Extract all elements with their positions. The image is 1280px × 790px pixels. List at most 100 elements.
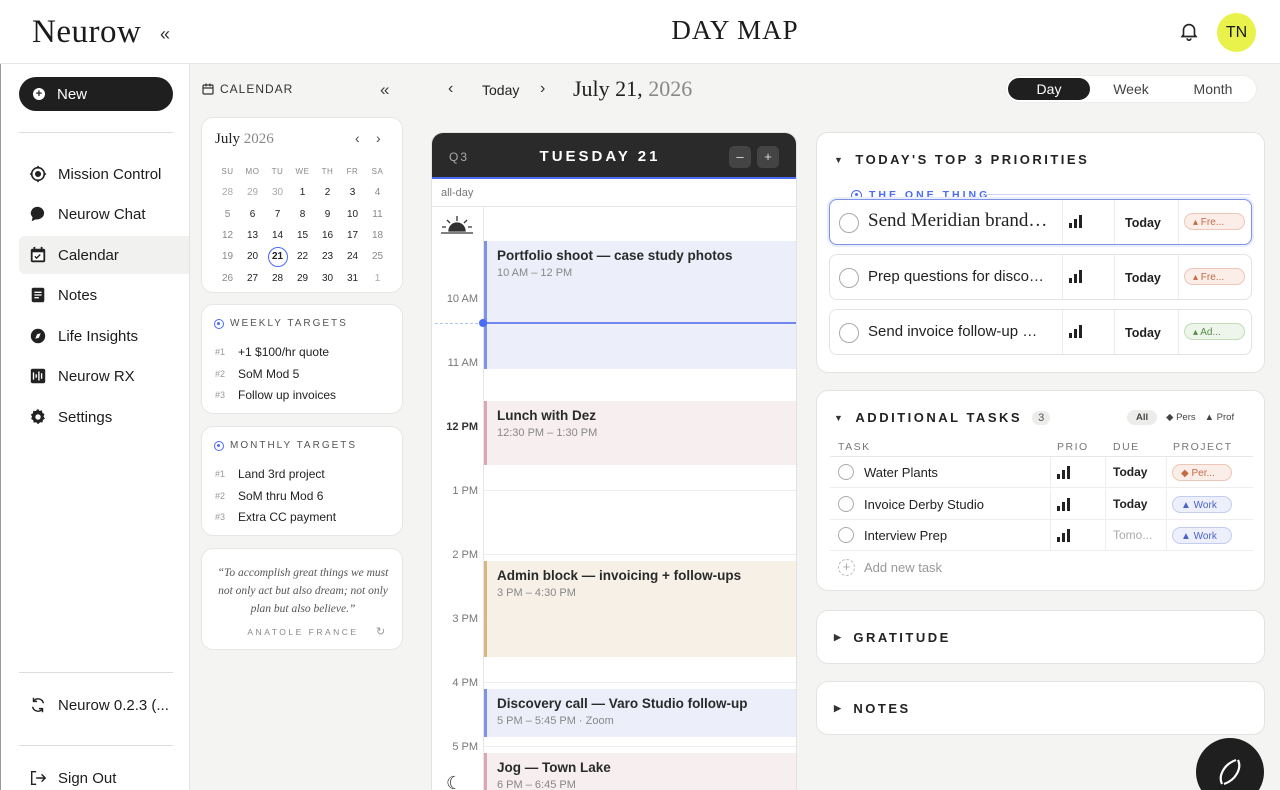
project-tag[interactable]: ▲ Work [1172, 527, 1232, 544]
one-thing-task[interactable]: Send Meridian brand guide Today ▴ Fre... [829, 199, 1252, 245]
sign-out-button[interactable]: Sign Out [19, 759, 189, 790]
zoom-in-button[interactable]: + [757, 146, 779, 168]
gratitude-heading[interactable]: ▶ GRATITUDE [834, 630, 951, 645]
priority-task[interactable]: Prep questions for discovery call Today ▴ … [829, 254, 1252, 300]
chevron-left-icon[interactable]: ‹ [355, 130, 360, 146]
calendar-day[interactable]: 29 [240, 187, 265, 198]
table-row[interactable]: Interview Prep Tomo... ▲ Work [830, 520, 1253, 551]
calendar-day[interactable]: 9 [315, 209, 340, 220]
project-tag[interactable]: ▲ Work [1172, 495, 1232, 513]
project-tag[interactable]: ◆ Per... [1172, 464, 1232, 481]
task-checkbox[interactable] [838, 495, 854, 512]
project-tag[interactable]: ▴ Ad... [1184, 323, 1245, 340]
table-row[interactable]: Water Plants Today ◆ Per... [830, 457, 1253, 488]
chevron-left-icon[interactable]: ‹ [448, 80, 453, 98]
sidebar-item-calendar[interactable]: Calendar [19, 236, 189, 274]
calendar-event[interactable]: Portfolio shoot — case study photos 10 AM… [484, 241, 796, 369]
add-new-task-button[interactable]: + Add new task [838, 559, 942, 576]
calendar-day[interactable]: 5 [215, 209, 240, 220]
calendar-event[interactable]: Discovery call — Varo Studio follow-up 5 … [484, 689, 796, 737]
sidebar-item-neurow-rx[interactable]: Neurow RX [19, 357, 189, 395]
sidebar-item-neurow-chat[interactable]: Neurow Chat [19, 195, 189, 233]
all-day-row[interactable]: all-day [432, 181, 796, 207]
calendar-day[interactable]: 28 [265, 273, 290, 284]
notes-panel[interactable]: ▶ NOTES [816, 681, 1265, 735]
zoom-out-button[interactable]: – [729, 146, 751, 168]
calendar-day[interactable]: 4 [365, 187, 390, 198]
avatar[interactable]: TN [1217, 13, 1256, 52]
additional-tasks-heading[interactable]: ▼ ADDITIONAL TASKS 3 [834, 410, 1051, 425]
list-item[interactable]: #1 Land 3rd project [215, 463, 336, 485]
calendar-day[interactable]: 20 [240, 251, 265, 262]
calendar-day[interactable]: 11 [365, 209, 390, 220]
project-tag[interactable]: ▴ Fre... [1184, 268, 1245, 285]
calendar-day[interactable]: 26 [215, 273, 240, 284]
calendar-day[interactable]: 7 [265, 209, 290, 220]
calendar-day[interactable]: 29 [290, 273, 315, 284]
list-item[interactable]: #3 Extra CC payment [215, 506, 336, 528]
calendar-day[interactable]: 1 [290, 187, 315, 198]
calendar-event[interactable]: Admin block — invoicing + follow-ups 3 PM… [484, 561, 796, 657]
calendar-day[interactable]: 24 [340, 251, 365, 262]
list-item[interactable]: #3 Follow up invoices [215, 384, 336, 406]
calendar-day[interactable]: 19 [215, 251, 240, 262]
calendar-day[interactable]: 21 [265, 246, 290, 267]
tab-week[interactable]: Week [1090, 78, 1172, 100]
calendar-day[interactable]: 30 [265, 187, 290, 198]
refresh-icon[interactable]: ↻ [376, 625, 385, 638]
new-button[interactable]: + New [19, 77, 173, 111]
list-item[interactable]: #1 +1 $100/hr quote [215, 341, 336, 363]
calendar-day[interactable]: 1 [365, 273, 390, 284]
collapse-calendar-icon[interactable]: « [380, 80, 389, 100]
tab-day[interactable]: Day [1008, 78, 1090, 100]
calendar-day[interactable]: 12 [215, 230, 240, 241]
calendar-day[interactable]: 22 [290, 251, 315, 262]
calendar-day[interactable]: 18 [365, 230, 390, 241]
week-row: 26 27 28 29 30 31 1 [215, 267, 391, 288]
calendar-day[interactable]: 28 [215, 187, 240, 198]
task-checkbox[interactable] [839, 268, 859, 288]
sidebar-item-notes[interactable]: Notes [19, 276, 189, 314]
calendar-day[interactable]: 15 [290, 230, 315, 241]
version-item[interactable]: Neurow 0.2.3 (... [19, 686, 189, 724]
task-checkbox[interactable] [839, 213, 859, 233]
sidebar-item-life-insights[interactable]: Life Insights [19, 317, 189, 355]
calendar-day[interactable]: 3 [340, 187, 365, 198]
calendar-day[interactable]: 6 [240, 209, 265, 220]
sidebar-item-mission-control[interactable]: Mission Control [19, 155, 189, 193]
calendar-day[interactable]: 14 [265, 230, 290, 241]
sidebar-item-settings[interactable]: Settings [19, 398, 189, 436]
calendar-day[interactable]: 13 [240, 230, 265, 241]
list-item[interactable]: #2 SoM Mod 5 [215, 363, 336, 385]
calendar-day[interactable]: 25 [365, 251, 390, 262]
notes-heading[interactable]: ▶ NOTES [834, 701, 911, 716]
calendar-day[interactable]: 17 [340, 230, 365, 241]
filter-all[interactable]: All [1127, 410, 1158, 425]
filter-professional[interactable]: ▲ Prof [1205, 412, 1234, 423]
calendar-day[interactable]: 27 [240, 273, 265, 284]
calendar-day[interactable]: 2 [315, 187, 340, 198]
calendar-day[interactable]: 16 [315, 230, 340, 241]
list-item[interactable]: #2 SoM thru Mod 6 [215, 485, 336, 507]
bell-icon[interactable] [1178, 20, 1200, 42]
project-tag[interactable]: ▴ Fre... [1184, 213, 1245, 230]
priorities-heading[interactable]: ▼ TODAY'S TOP 3 PRIORITIES [834, 152, 1089, 167]
today-button[interactable]: Today [482, 82, 519, 98]
task-checkbox[interactable] [838, 527, 854, 543]
calendar-day[interactable]: 8 [290, 209, 315, 220]
chevron-right-icon[interactable]: › [376, 130, 381, 146]
calendar-event[interactable]: Jog — Town Lake 6 PM – 6:45 PM [484, 753, 796, 790]
calendar-day[interactable]: 31 [340, 273, 365, 284]
task-checkbox[interactable] [838, 464, 854, 480]
calendar-day[interactable]: 10 [340, 209, 365, 220]
chevron-right-icon[interactable]: › [540, 80, 545, 98]
priority-task[interactable]: Send invoice follow-up — Derby Today ▴ Ad.… [829, 309, 1252, 355]
gratitude-panel[interactable]: ▶ GRATITUDE [816, 610, 1265, 664]
task-checkbox[interactable] [839, 323, 859, 343]
calendar-event[interactable]: Lunch with Dez 12:30 PM – 1:30 PM [484, 401, 796, 465]
filter-personal[interactable]: ◆ Pers [1166, 412, 1195, 423]
calendar-day[interactable]: 30 [315, 273, 340, 284]
calendar-day[interactable]: 23 [315, 251, 340, 262]
table-row[interactable]: Invoice Derby Studio Today ▲ Work [830, 488, 1253, 520]
tab-month[interactable]: Month [1172, 78, 1254, 100]
